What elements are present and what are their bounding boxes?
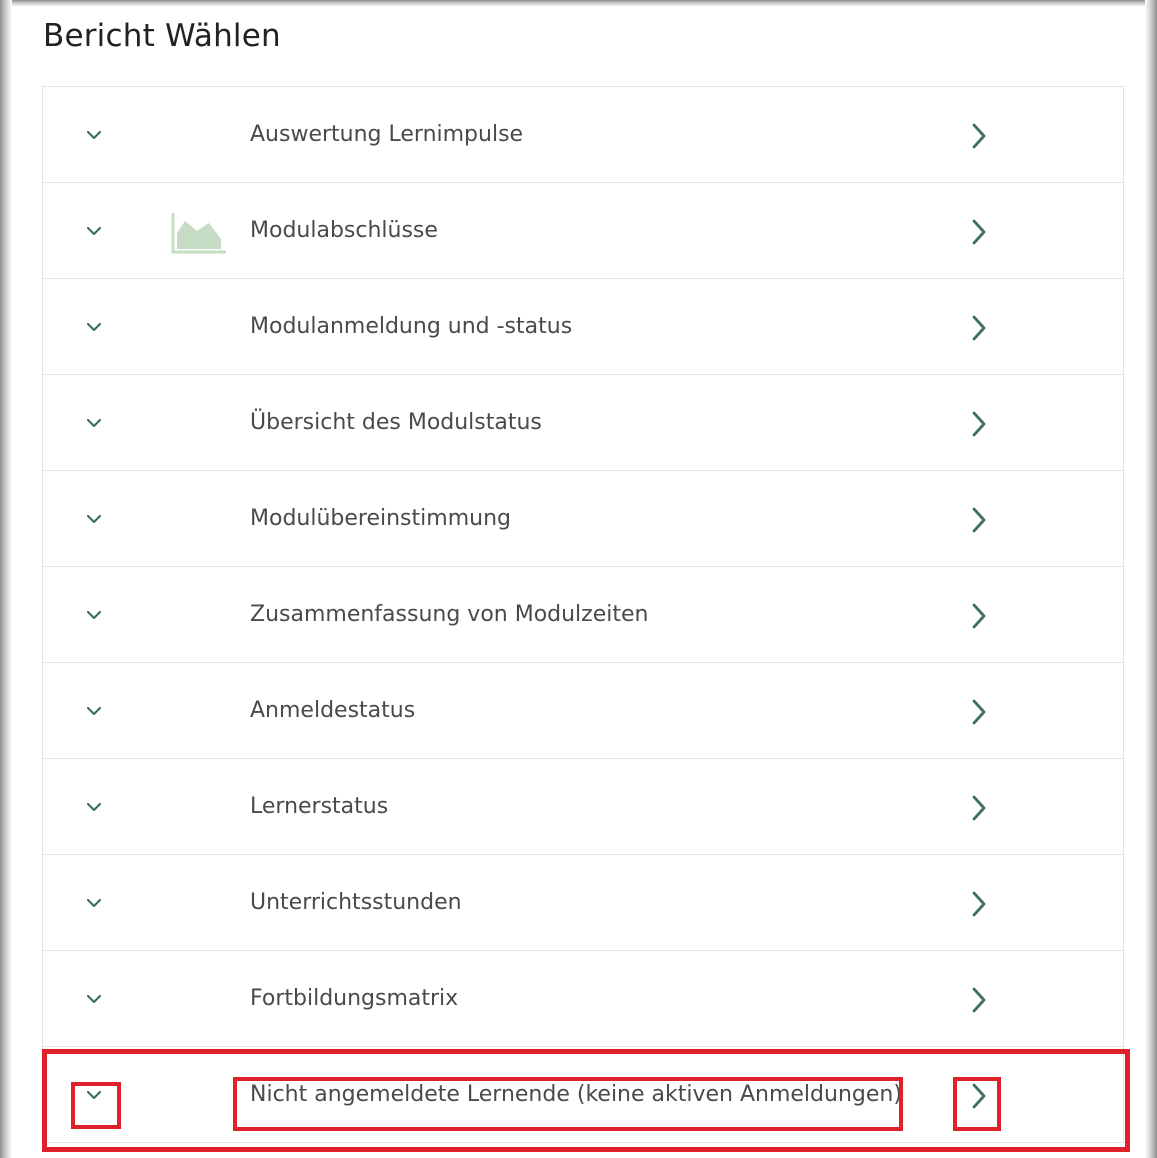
- report-label: Unterrichtsstunden: [250, 890, 462, 915]
- report-row[interactable]: Auswertung Lernimpulse: [43, 87, 1123, 183]
- chevron-right-icon: [972, 1083, 986, 1109]
- report-row[interactable]: Lernerstatus: [43, 759, 1123, 855]
- chevron-right-icon: [972, 411, 986, 437]
- frame-shadow-right: [1145, 0, 1157, 1158]
- chevron-right-icon: [972, 315, 986, 341]
- report-label: Zusammenfassung von Modulzeiten: [250, 602, 649, 627]
- chevron-down-icon: [86, 706, 102, 716]
- expand-toggle[interactable]: [73, 115, 115, 155]
- report-row[interactable]: Nicht angemeldete Lernende (keine aktive…: [43, 1047, 1123, 1143]
- chevron-down-icon: [86, 418, 102, 428]
- frame-shadow-top: [0, 0, 1157, 7]
- open-report-button[interactable]: [958, 401, 1000, 447]
- chevron-right-icon: [972, 699, 986, 725]
- chevron-right-icon: [972, 987, 986, 1013]
- report-label: Nicht angemeldete Lernende (keine aktive…: [250, 1082, 902, 1107]
- report-row[interactable]: Unterrichtsstunden: [43, 855, 1123, 951]
- chevron-right-icon: [972, 123, 986, 149]
- expand-toggle[interactable]: [73, 979, 115, 1019]
- expand-toggle[interactable]: [73, 307, 115, 347]
- chevron-right-icon: [972, 603, 986, 629]
- chevron-right-icon: [972, 795, 986, 821]
- chevron-right-icon: [972, 891, 986, 917]
- report-row[interactable]: Übersicht des Modulstatus: [43, 375, 1123, 471]
- report-label: Lernerstatus: [250, 794, 389, 819]
- open-report-button[interactable]: [958, 785, 1000, 831]
- expand-toggle[interactable]: [73, 883, 115, 923]
- expand-toggle[interactable]: [73, 1075, 115, 1115]
- frame-shadow-left: [0, 0, 12, 1158]
- chevron-down-icon: [86, 1090, 102, 1100]
- report-row[interactable]: Modulabschlüsse: [43, 183, 1123, 279]
- report-row[interactable]: Modulübereinstimmung: [43, 471, 1123, 567]
- report-row[interactable]: Anmeldestatus: [43, 663, 1123, 759]
- report-label: Modulübereinstimmung: [250, 506, 511, 531]
- area-chart-icon: [170, 211, 228, 255]
- chevron-down-icon: [86, 802, 102, 812]
- report-label: Modulabschlüsse: [250, 218, 438, 243]
- open-report-button[interactable]: [958, 881, 1000, 927]
- report-row[interactable]: Zusammenfassung von Modulzeiten: [43, 567, 1123, 663]
- report-row[interactable]: Modulanmeldung und -status: [43, 279, 1123, 375]
- report-label: Übersicht des Modulstatus: [250, 410, 542, 435]
- open-report-button[interactable]: [958, 113, 1000, 159]
- report-row[interactable]: Fortbildungsmatrix: [43, 951, 1123, 1047]
- open-report-button[interactable]: [958, 305, 1000, 351]
- chevron-down-icon: [86, 226, 102, 236]
- open-report-button[interactable]: [958, 689, 1000, 735]
- open-report-button[interactable]: [958, 497, 1000, 543]
- report-list: Auswertung Lernimpulse Modulabschlüsse Mod…: [42, 86, 1124, 1143]
- page-title: Bericht Wählen: [43, 18, 281, 54]
- chevron-down-icon: [86, 898, 102, 908]
- open-report-button[interactable]: [958, 209, 1000, 255]
- report-label: Fortbildungsmatrix: [250, 986, 459, 1011]
- chevron-down-icon: [86, 322, 102, 332]
- expand-toggle[interactable]: [73, 211, 115, 251]
- expand-toggle[interactable]: [73, 595, 115, 635]
- report-label: Modulanmeldung und -status: [250, 314, 573, 339]
- report-label: Anmeldestatus: [250, 698, 416, 723]
- open-report-button[interactable]: [958, 1073, 1000, 1119]
- chevron-down-icon: [86, 610, 102, 620]
- expand-toggle[interactable]: [73, 787, 115, 827]
- chevron-right-icon: [972, 219, 986, 245]
- expand-toggle[interactable]: [73, 691, 115, 731]
- open-report-button[interactable]: [958, 593, 1000, 639]
- report-label: Auswertung Lernimpulse: [250, 122, 524, 147]
- chevron-down-icon: [86, 130, 102, 140]
- expand-toggle[interactable]: [73, 499, 115, 539]
- chevron-right-icon: [972, 507, 986, 533]
- expand-toggle[interactable]: [73, 403, 115, 443]
- chevron-down-icon: [86, 994, 102, 1004]
- chevron-down-icon: [86, 514, 102, 524]
- open-report-button[interactable]: [958, 977, 1000, 1023]
